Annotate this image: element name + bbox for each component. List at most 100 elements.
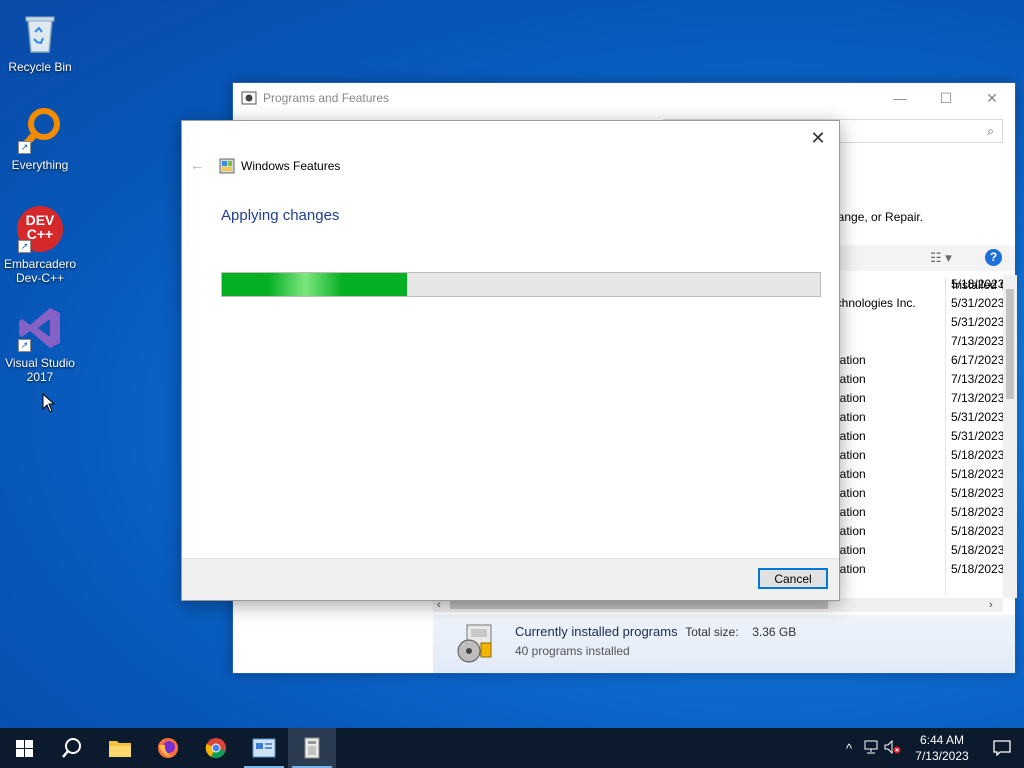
- table-row[interactable]: oration 5/18/2023: [829, 522, 1003, 541]
- pf-titlebar[interactable]: Programs and Features — ☐ ✕: [233, 83, 1015, 113]
- table-row[interactable]: oration 5/18/2023: [829, 541, 1003, 560]
- total-size-label: Total size:: [685, 625, 739, 639]
- notifications-button[interactable]: [980, 740, 1024, 756]
- publisher-cell: oration: [829, 524, 866, 538]
- network-icon[interactable]: [860, 740, 882, 757]
- dialog-title: Windows Features: [241, 159, 341, 173]
- windows-features-icon: [219, 158, 235, 174]
- close-button[interactable]: ✕: [969, 83, 1015, 113]
- desktop-icon-visual-studio[interactable]: ↗ Visual Studio 2017: [2, 304, 78, 384]
- publisher-cell: oration: [829, 467, 866, 481]
- desktop-icon-label: Recycle Bin: [8, 60, 72, 74]
- table-row[interactable]: oration 5/31/2023: [829, 408, 1003, 427]
- shortcut-arrow-icon: ↗: [18, 240, 31, 253]
- table-row[interactable]: oration 6/17/2023: [829, 351, 1003, 370]
- start-button[interactable]: [0, 728, 48, 768]
- table-row[interactable]: oration 7/13/2023: [829, 370, 1003, 389]
- table-row[interactable]: oration 5/18/2023: [829, 465, 1003, 484]
- search-icon[interactable]: ⌕: [987, 124, 994, 139]
- installed-on-cell: 7/13/2023: [951, 334, 1003, 348]
- change-view-icon[interactable]: ☷ ▾: [930, 250, 952, 266]
- table-row[interactable]: oration 5/18/2023: [829, 484, 1003, 503]
- publisher-cell: oration: [829, 429, 866, 443]
- desktop-icon-devcpp[interactable]: DEV C++ ↗ Embarcadero Dev-C++: [2, 205, 78, 285]
- desktop-icon-everything[interactable]: ↗ Everything: [2, 106, 78, 172]
- desktop-icon-label: Visual Studio 2017: [5, 356, 75, 384]
- help-button[interactable]: ?: [985, 249, 1002, 266]
- publisher-cell: oration: [829, 391, 866, 405]
- publisher-cell: oration: [829, 353, 866, 367]
- table-row[interactable]: 5/18/2023: [829, 275, 1003, 294]
- cancel-button[interactable]: Cancel: [758, 568, 828, 589]
- dialog-title-row: Windows Features: [219, 158, 340, 174]
- table-row[interactable]: oration 5/18/2023: [829, 503, 1003, 522]
- windows-features-icon: [304, 737, 320, 759]
- dialog-footer: Cancel: [182, 558, 839, 600]
- publisher-cell: oration: [829, 562, 866, 576]
- publisher-cell: oration: [829, 448, 866, 462]
- maximize-button[interactable]: ☐: [923, 83, 969, 113]
- scrollbar-thumb[interactable]: [450, 601, 828, 609]
- desktop-icon-label: Embarcadero Dev-C++: [4, 257, 77, 285]
- table-row[interactable]: 5/31/2023: [829, 313, 1003, 332]
- desktop-icon-label: Everything: [11, 158, 69, 172]
- dialog-close-button[interactable]: ✕: [803, 125, 833, 151]
- clock-time: 6:44 AM: [919, 733, 965, 747]
- search-button[interactable]: [48, 728, 96, 768]
- scroll-right-icon[interactable]: ›: [989, 598, 993, 612]
- installed-on-cell: 5/31/2023: [951, 315, 1003, 329]
- total-size-value: 3.36 GB: [752, 625, 797, 639]
- windows-features-dialog[interactable]: ✕ ← Windows Features Applying changes Ca…: [181, 120, 840, 601]
- system-tray: ^ 6:44 AM 7/13/2023: [838, 728, 1024, 768]
- search-icon: [62, 738, 81, 758]
- programs-count: 40 programs installed: [515, 644, 630, 658]
- chrome-icon: [205, 738, 226, 759]
- publisher-cell: oration: [829, 486, 866, 500]
- taskbar-firefox[interactable]: [144, 728, 192, 768]
- clock[interactable]: 6:44 AM 7/13/2023: [904, 732, 980, 764]
- uninstall-description: hange, or Repair.: [831, 210, 924, 224]
- table-row[interactable]: oration 7/13/2023: [829, 389, 1003, 408]
- table-row[interactable]: 7/13/2023: [829, 332, 1003, 351]
- desktop-icon-recycle-bin[interactable]: Recycle Bin: [2, 8, 78, 74]
- publisher-cell: oration: [829, 505, 866, 519]
- recycle-bin-icon: [16, 8, 64, 56]
- folder-icon: [109, 741, 131, 757]
- dialog-heading: Applying changes: [221, 207, 340, 224]
- visual-studio-icon: ↗: [16, 304, 64, 352]
- table-row[interactable]: oration 5/18/2023: [829, 560, 1003, 579]
- installed-programs-icon: [457, 624, 492, 663]
- devcpp-icon: DEV C++ ↗: [16, 205, 64, 253]
- installed-on-cell: 5/18/2023: [951, 524, 1003, 538]
- installed-on-cell: 7/13/2023: [951, 372, 1003, 386]
- installed-on-cell: 5/18/2023: [951, 467, 1003, 481]
- table-row[interactable]: oration 5/31/2023: [829, 427, 1003, 446]
- installed-on-cell: 5/31/2023: [951, 296, 1003, 310]
- taskbar: ^ 6:44 AM 7/13/2023: [0, 728, 1024, 768]
- installed-on-cell: 5/18/2023: [951, 562, 1003, 576]
- installed-on-cell: 7/13/2023: [951, 391, 1003, 405]
- back-arrow-icon[interactable]: ←: [190, 157, 204, 173]
- installed-on-cell: 5/18/2023: [951, 543, 1003, 557]
- shortcut-arrow-icon: ↗: [18, 141, 31, 154]
- scrollbar-thumb[interactable]: [1006, 289, 1014, 399]
- taskbar-chrome[interactable]: [192, 728, 240, 768]
- mouse-cursor-icon: [42, 393, 56, 413]
- installed-on-cell: 5/18/2023: [951, 277, 1003, 291]
- installed-on-cell: 5/31/2023: [951, 429, 1003, 443]
- taskbar-control-panel[interactable]: [240, 728, 288, 768]
- table-row[interactable]: oration 5/18/2023: [829, 446, 1003, 465]
- installed-on-cell: 5/18/2023: [951, 486, 1003, 500]
- table-row[interactable]: echnologies Inc. 5/31/2023: [829, 294, 1003, 313]
- installed-on-cell: 6/17/2023: [951, 353, 1003, 367]
- volume-muted-icon[interactable]: [882, 739, 904, 757]
- taskbar-file-explorer[interactable]: [96, 728, 144, 768]
- status-line: Currently installed programs Total size:…: [515, 624, 796, 639]
- vertical-scrollbar[interactable]: [1003, 275, 1017, 598]
- publisher-cell: oration: [829, 372, 866, 386]
- minimize-button[interactable]: —: [877, 83, 923, 113]
- taskbar-windows-features[interactable]: [288, 728, 336, 768]
- windows-logo-icon: [15, 739, 33, 757]
- show-hidden-icons-button[interactable]: ^: [838, 741, 860, 756]
- control-panel-icon: [252, 738, 276, 758]
